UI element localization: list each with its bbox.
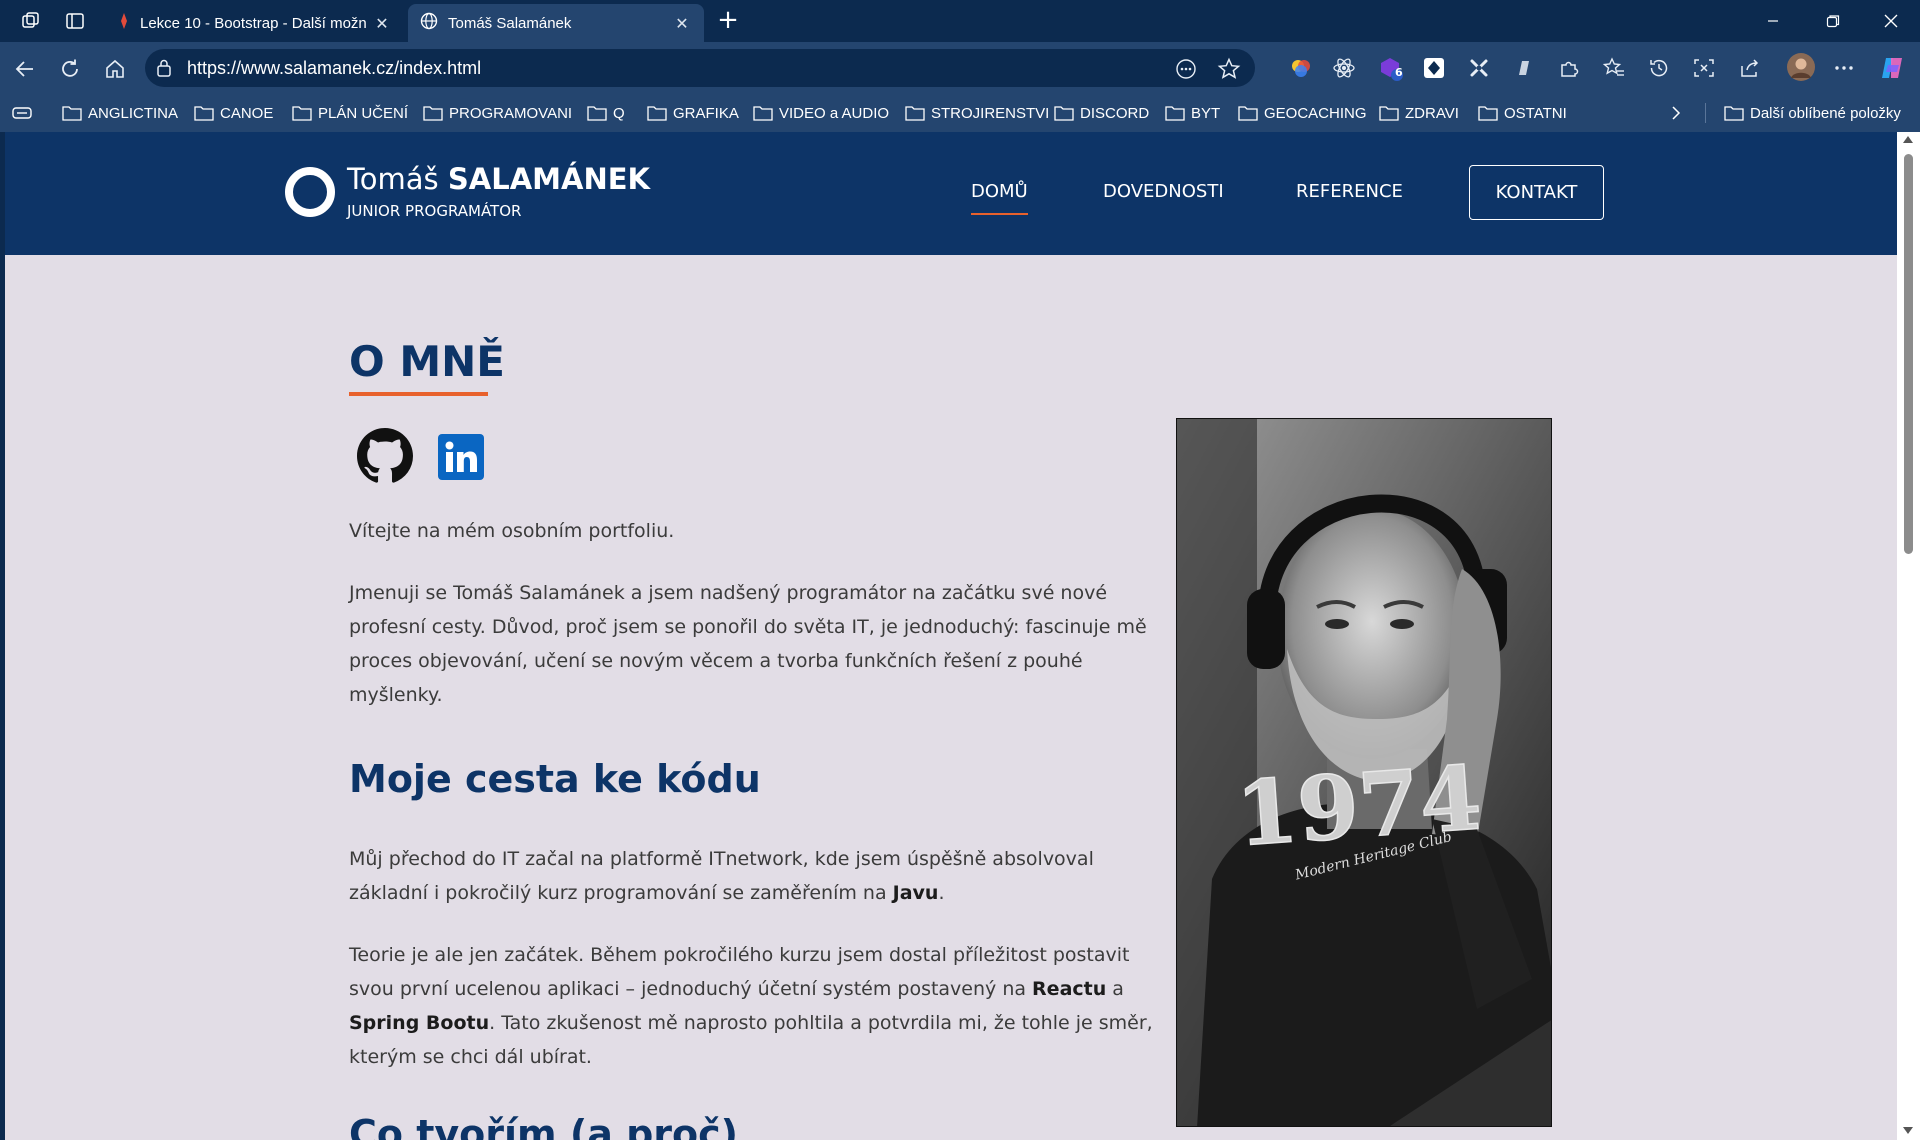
nav-skills[interactable]: DOVEDNOSTI [1103,181,1224,202]
tab-salamanek[interactable]: Tomáš Salamánek ✕ [408,4,704,42]
browser-tab-bar: Lekce 10 - Bootstrap - Další možn ✕ Tomá… [0,0,1920,42]
chevron-right-icon[interactable] [1670,94,1682,132]
reader-view-icon[interactable] [1175,58,1197,84]
folder-icon [1478,106,1498,121]
history-icon[interactable] [1646,55,1672,81]
bookmark-folder[interactable]: ZDRAVI [1379,94,1459,132]
logo-ring-icon[interactable] [285,167,335,217]
folder-icon [423,106,443,121]
scroll-down-arrow-icon[interactable] [1903,1127,1913,1134]
profile-photo: 1974 Modern Heritage Club [1176,418,1552,1127]
back-arrow-icon[interactable] [10,54,40,84]
dark-reader-extension-icon[interactable] [1421,55,1447,81]
copilot-icon[interactable] [1879,55,1905,81]
tab-title: Lekce 10 - Bootstrap - Další možn [140,14,367,32]
refresh-icon[interactable] [55,54,85,84]
welcome-text: Vítejte na mém osobním portfoliu. [349,520,675,542]
scrollbar-thumb[interactable] [1904,154,1913,554]
bookmark-folder[interactable]: GRAFIKA [647,94,739,132]
close-icon[interactable]: ✕ [372,14,392,33]
home-icon[interactable] [100,54,130,84]
screenshot-icon[interactable] [1691,55,1717,81]
bookmark-folder[interactable]: ANGLICTINA [62,94,178,132]
bookmark-folder[interactable]: OSTATNI [1478,94,1567,132]
favorites-icon[interactable] [1601,55,1627,81]
restore-icon[interactable] [1804,0,1862,42]
site-brand-subtitle: JUNIOR PROGRAMÁTOR [347,202,522,220]
tab-favicon-icon [118,12,130,34]
folder-icon [1379,106,1399,121]
page-viewport: Tomáš SALAMÁNEK JUNIOR PROGRAMÁTOR DOMŮ … [5,132,1897,1140]
github-icon[interactable] [357,428,413,484]
close-window-icon[interactable] [1862,0,1920,42]
minimize-icon[interactable] [1744,0,1802,42]
folder-icon [62,106,82,121]
folder-icon [1724,106,1744,121]
folder-icon [292,106,312,121]
url-text: https://www.salamanek.cz/index.html [187,58,482,78]
extension-with-badge-icon[interactable]: 6 [1378,55,1404,81]
address-bar[interactable]: https://www.salamanek.cz/index.html [145,49,1255,87]
bookmark-folder[interactable]: DISCORD [1054,94,1149,132]
journey-paragraph-2: Teorie je ale jen začátek. Během pokroči… [349,944,1153,1068]
linkedin-icon[interactable] [438,434,484,480]
bookmark-folder[interactable]: BYT [1165,94,1220,132]
journey-heading: Moje cesta ke kódu [349,757,761,801]
bookmark-folder[interactable]: Q [587,94,625,132]
folder-icon [647,106,667,121]
tab-bootstrap-lesson[interactable]: Lekce 10 - Bootstrap - Další možn ✕ [106,4,404,42]
nav-home[interactable]: DOMŮ [971,181,1028,215]
folder-icon [905,106,925,121]
bookmarks-bar: ANGLICTINA CANOE PLÁN UČENÍ PROGRAMOVANI… [0,94,1920,132]
site-brand-name[interactable]: Tomáš SALAMÁNEK [347,162,650,196]
folder-icon [753,106,773,121]
scroll-up-arrow-icon[interactable] [1903,136,1913,143]
profile-avatar[interactable] [1786,52,1816,82]
bookmark-divider [1705,103,1706,123]
folder-icon [587,106,607,121]
extensions-puzzle-icon[interactable] [1556,55,1582,81]
folder-icon [1054,106,1074,121]
about-heading: O MNĚ [349,337,505,386]
tools-extension-icon[interactable] [1466,55,1492,81]
workspaces-icon[interactable] [17,8,45,34]
journey-paragraph-1: Můj přechod do IT začal na platformě ITn… [349,848,1094,904]
bookmark-folder[interactable]: STROJIRENSTVI [905,94,1049,132]
color-picker-extension-icon[interactable] [1288,55,1314,81]
more-options-icon[interactable] [1831,55,1857,81]
shirt-print-1974: 1974 [1233,745,1485,866]
bookmark-folder[interactable]: PLÁN UČENÍ [292,94,408,132]
vertical-tabs-icon[interactable] [61,8,89,34]
site-info-lock-icon[interactable] [155,58,173,82]
site-header: Tomáš SALAMÁNEK JUNIOR PROGRAMÁTOR DOMŮ … [5,132,1897,255]
bookmark-folder[interactable]: CANOE [194,94,273,132]
heading-underline [349,392,488,396]
folder-icon [1238,106,1258,121]
nav-references[interactable]: REFERENCE [1296,181,1403,202]
browser-toolbar: https://www.salamanek.cz/index.html 6 [0,42,1920,94]
tab-title: Tomáš Salamánek [448,14,572,32]
page-scrollbar[interactable] [1897,132,1920,1140]
extension-badge-count: 6 [1395,66,1403,79]
bookmark-folder[interactable]: GEOCACHING [1238,94,1367,132]
share-icon[interactable] [1737,55,1763,81]
folder-icon [194,106,214,121]
new-tab-button[interactable]: + [713,6,743,36]
next-section-heading: Co tvořím (a proč) [349,1112,739,1140]
favorite-star-icon[interactable] [1217,57,1241,85]
other-bookmarks-folder[interactable]: Další oblíbené položky [1724,94,1901,132]
bookmark-folder[interactable]: PROGRAMOVANI [423,94,572,132]
bookmark-folder[interactable]: VIDEO a AUDIO [753,94,889,132]
script-extension-icon[interactable] [1511,55,1537,81]
collections-icon[interactable] [12,94,32,132]
folder-icon [1165,106,1185,121]
react-devtools-icon[interactable] [1331,55,1357,81]
close-icon[interactable]: ✕ [672,14,692,33]
globe-icon [420,12,438,34]
intro-paragraph: Jmenuji se Tomáš Salamánek a jsem nadšen… [349,582,1147,706]
contact-button[interactable]: KONTAKT [1469,165,1604,220]
